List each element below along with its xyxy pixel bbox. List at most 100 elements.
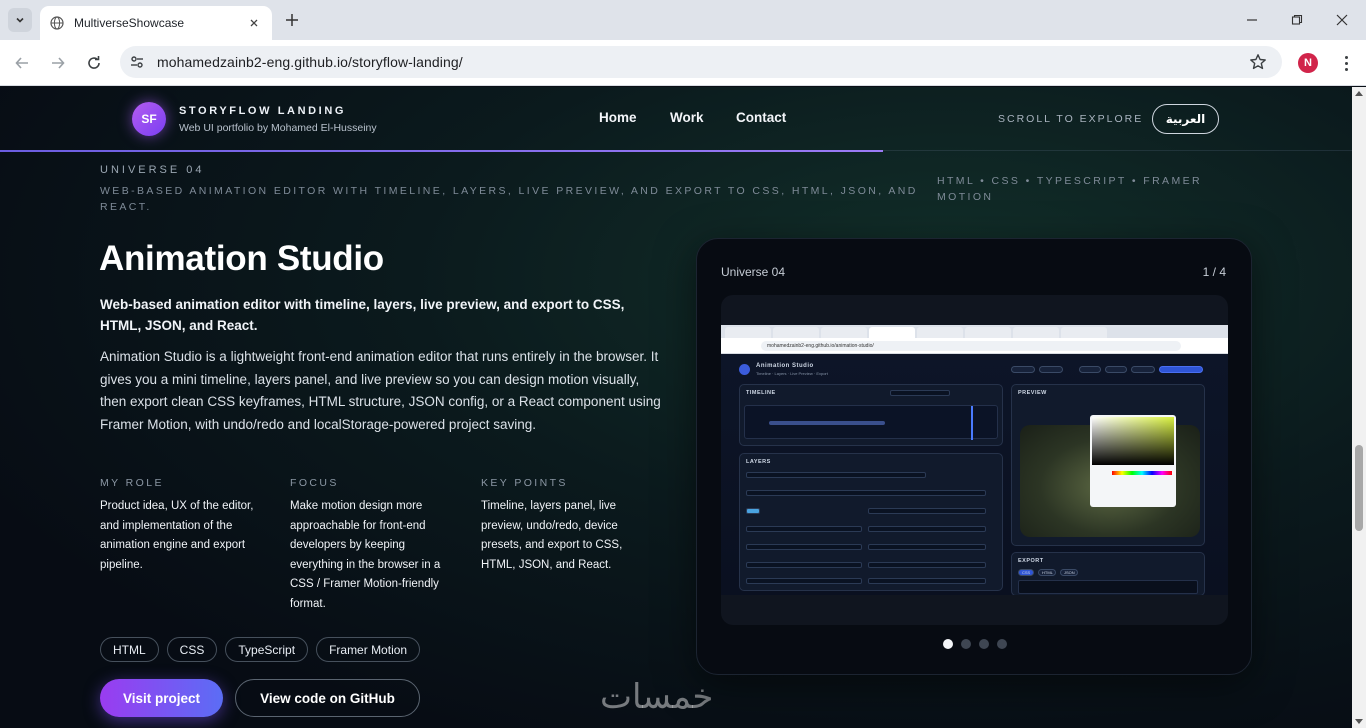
project-tagline: WEB-BASED ANIMATION EDITOR WITH TIMELINE… <box>100 185 918 213</box>
slide-counter: 1 / 4 <box>1202 265 1226 279</box>
restore-icon <box>1291 14 1303 25</box>
scroll-down-arrow-icon[interactable] <box>1355 719 1363 724</box>
mini-import <box>1131 366 1155 373</box>
mini-export-title: EXPORT <box>1018 558 1044 564</box>
reload-button[interactable] <box>83 52 105 74</box>
globe-icon <box>50 16 64 30</box>
mini-browser-tabs <box>721 325 1228 338</box>
nav-work[interactable]: Work <box>670 110 704 125</box>
mini-field <box>746 562 862 568</box>
focus-text: Make motion design more approachable for… <box>290 500 441 610</box>
mini-app-sub: Timeline · Layers · Live Preview · Expor… <box>756 371 828 376</box>
mini-save <box>1079 366 1101 373</box>
tag-html: HTML <box>100 637 159 662</box>
showcase-label: Universe 04 <box>721 265 786 279</box>
mini-timeline-panel: TIMELINE <box>739 384 1003 446</box>
browser-menu-icon[interactable] <box>1336 53 1356 73</box>
address-bar[interactable]: mohamedzainb2-eng.github.io/storyflow-la… <box>120 46 1282 78</box>
role-column: MY ROLE Product idea, UX of the editor, … <box>100 477 268 575</box>
mini-timeline-title: TIMELINE <box>746 390 776 396</box>
back-button[interactable] <box>11 52 33 74</box>
key-points-heading: KEY POINTS <box>481 477 568 489</box>
slide-dot-2[interactable] <box>961 639 971 649</box>
mini-field <box>868 562 986 568</box>
nav-home[interactable]: Home <box>599 110 637 125</box>
arrow-right-icon <box>52 57 65 69</box>
reload-icon <box>88 56 100 69</box>
restore-button[interactable] <box>1287 10 1307 30</box>
tag-css: CSS <box>166 637 218 662</box>
mini-field <box>746 472 926 478</box>
mini-export-tab-css: CSS <box>1018 569 1034 576</box>
minimize-button[interactable] <box>1242 10 1262 30</box>
tag-typescript: TypeScript <box>225 637 309 662</box>
mini-field <box>746 526 862 532</box>
brand-subtitle: Web UI portfolio by Mohamed El-Husseiny <box>179 122 377 134</box>
mini-color-swatch <box>746 508 760 514</box>
tab-search-button[interactable] <box>8 8 32 32</box>
mini-field <box>746 544 862 550</box>
focus-heading: FOCUS <box>290 477 339 489</box>
close-window-button[interactable] <box>1332 10 1352 30</box>
close-icon[interactable] <box>246 15 262 31</box>
mini-preview-panel: PREVIEW <box>1011 384 1205 546</box>
mini-layers-panel: LAYERS <box>739 453 1003 591</box>
mini-app: Animation Studio Timeline · Layers · Liv… <box>721 354 1228 595</box>
mini-duration <box>890 390 950 396</box>
slide-dots <box>697 639 1253 649</box>
role-text: Product idea, UX of the editor, and impl… <box>100 500 254 571</box>
slide-dot-1[interactable] <box>943 639 953 649</box>
mini-preview-title: PREVIEW <box>1018 390 1047 396</box>
slide-dot-4[interactable] <box>997 639 1007 649</box>
mini-field <box>868 526 986 532</box>
nav-contact[interactable]: Contact <box>736 110 786 125</box>
mini-app-logo <box>739 364 750 375</box>
scroll-up-arrow-icon[interactable] <box>1355 91 1363 96</box>
forward-button[interactable] <box>47 52 69 74</box>
mini-color-picker <box>1090 415 1176 507</box>
browser-tab-bar: MultiverseShowcase <box>0 0 1366 40</box>
mini-field <box>746 578 862 584</box>
tag-framer-motion: Framer Motion <box>316 637 421 662</box>
language-toggle-button[interactable]: العربية <box>1152 104 1219 134</box>
browser-tab[interactable]: MultiverseShowcase <box>40 6 272 40</box>
bookmark-star-icon[interactable] <box>1248 52 1268 72</box>
key-points-column: KEY POINTS Timeline, layers panel, live … <box>481 477 649 575</box>
mini-code-box <box>1018 580 1198 594</box>
arrow-left-icon <box>15 57 28 69</box>
slide-dot-3[interactable] <box>979 639 989 649</box>
showcase-card: Universe 04 1 / 4 mohamedzainb2-eng.gith… <box>696 238 1252 675</box>
scrollbar-thumb[interactable] <box>1355 445 1363 531</box>
site-info-icon[interactable] <box>126 51 148 73</box>
key-points-text: Timeline, layers panel, live preview, un… <box>481 500 623 571</box>
mini-field <box>868 508 986 514</box>
mini-export-panel: EXPORT CSS HTML JSON <box>1011 552 1205 595</box>
project-screenshot[interactable]: mohamedzainb2-eng.github.io/animation-st… <box>721 295 1228 625</box>
logo[interactable]: SF <box>132 102 166 136</box>
mini-url: mohamedzainb2-eng.github.io/animation-st… <box>761 341 1181 351</box>
page-viewport: SF STORYFLOW LANDING Web UI portfolio by… <box>0 87 1352 728</box>
project-subtitle: Web-based animation editor with timeline… <box>100 297 625 333</box>
mini-layers-title: LAYERS <box>746 459 771 465</box>
tech-stack: HTML • CSS • TYPESCRIPT • FRAMER MOTION <box>937 175 1202 203</box>
screenshot-image: mohamedzainb2-eng.github.io/animation-st… <box>721 325 1228 595</box>
mini-keyframe <box>769 421 885 425</box>
project-description: Animation Studio is a lightweight front-… <box>100 349 661 432</box>
mini-export-tab-json: JSON <box>1060 569 1078 576</box>
profile-avatar[interactable]: N <box>1298 53 1318 73</box>
mini-playhead <box>971 406 973 440</box>
mini-redo <box>1039 366 1063 373</box>
new-tab-button[interactable] <box>282 10 302 30</box>
focus-column: FOCUS Make motion design more approachab… <box>290 477 458 614</box>
page-scrollbar[interactable] <box>1352 87 1366 728</box>
minimize-icon <box>1247 19 1257 21</box>
mini-download <box>1159 366 1203 373</box>
visit-project-button[interactable]: Visit project <box>100 679 223 717</box>
project-title: Animation Studio <box>99 239 384 278</box>
mini-hue-slider <box>1112 471 1172 475</box>
scroll-progress-bar <box>0 150 883 152</box>
role-heading: MY ROLE <box>100 477 164 489</box>
universe-label: UNIVERSE 04 <box>100 164 205 176</box>
view-code-button[interactable]: View code on GitHub <box>235 679 420 717</box>
mini-load <box>1105 366 1127 373</box>
